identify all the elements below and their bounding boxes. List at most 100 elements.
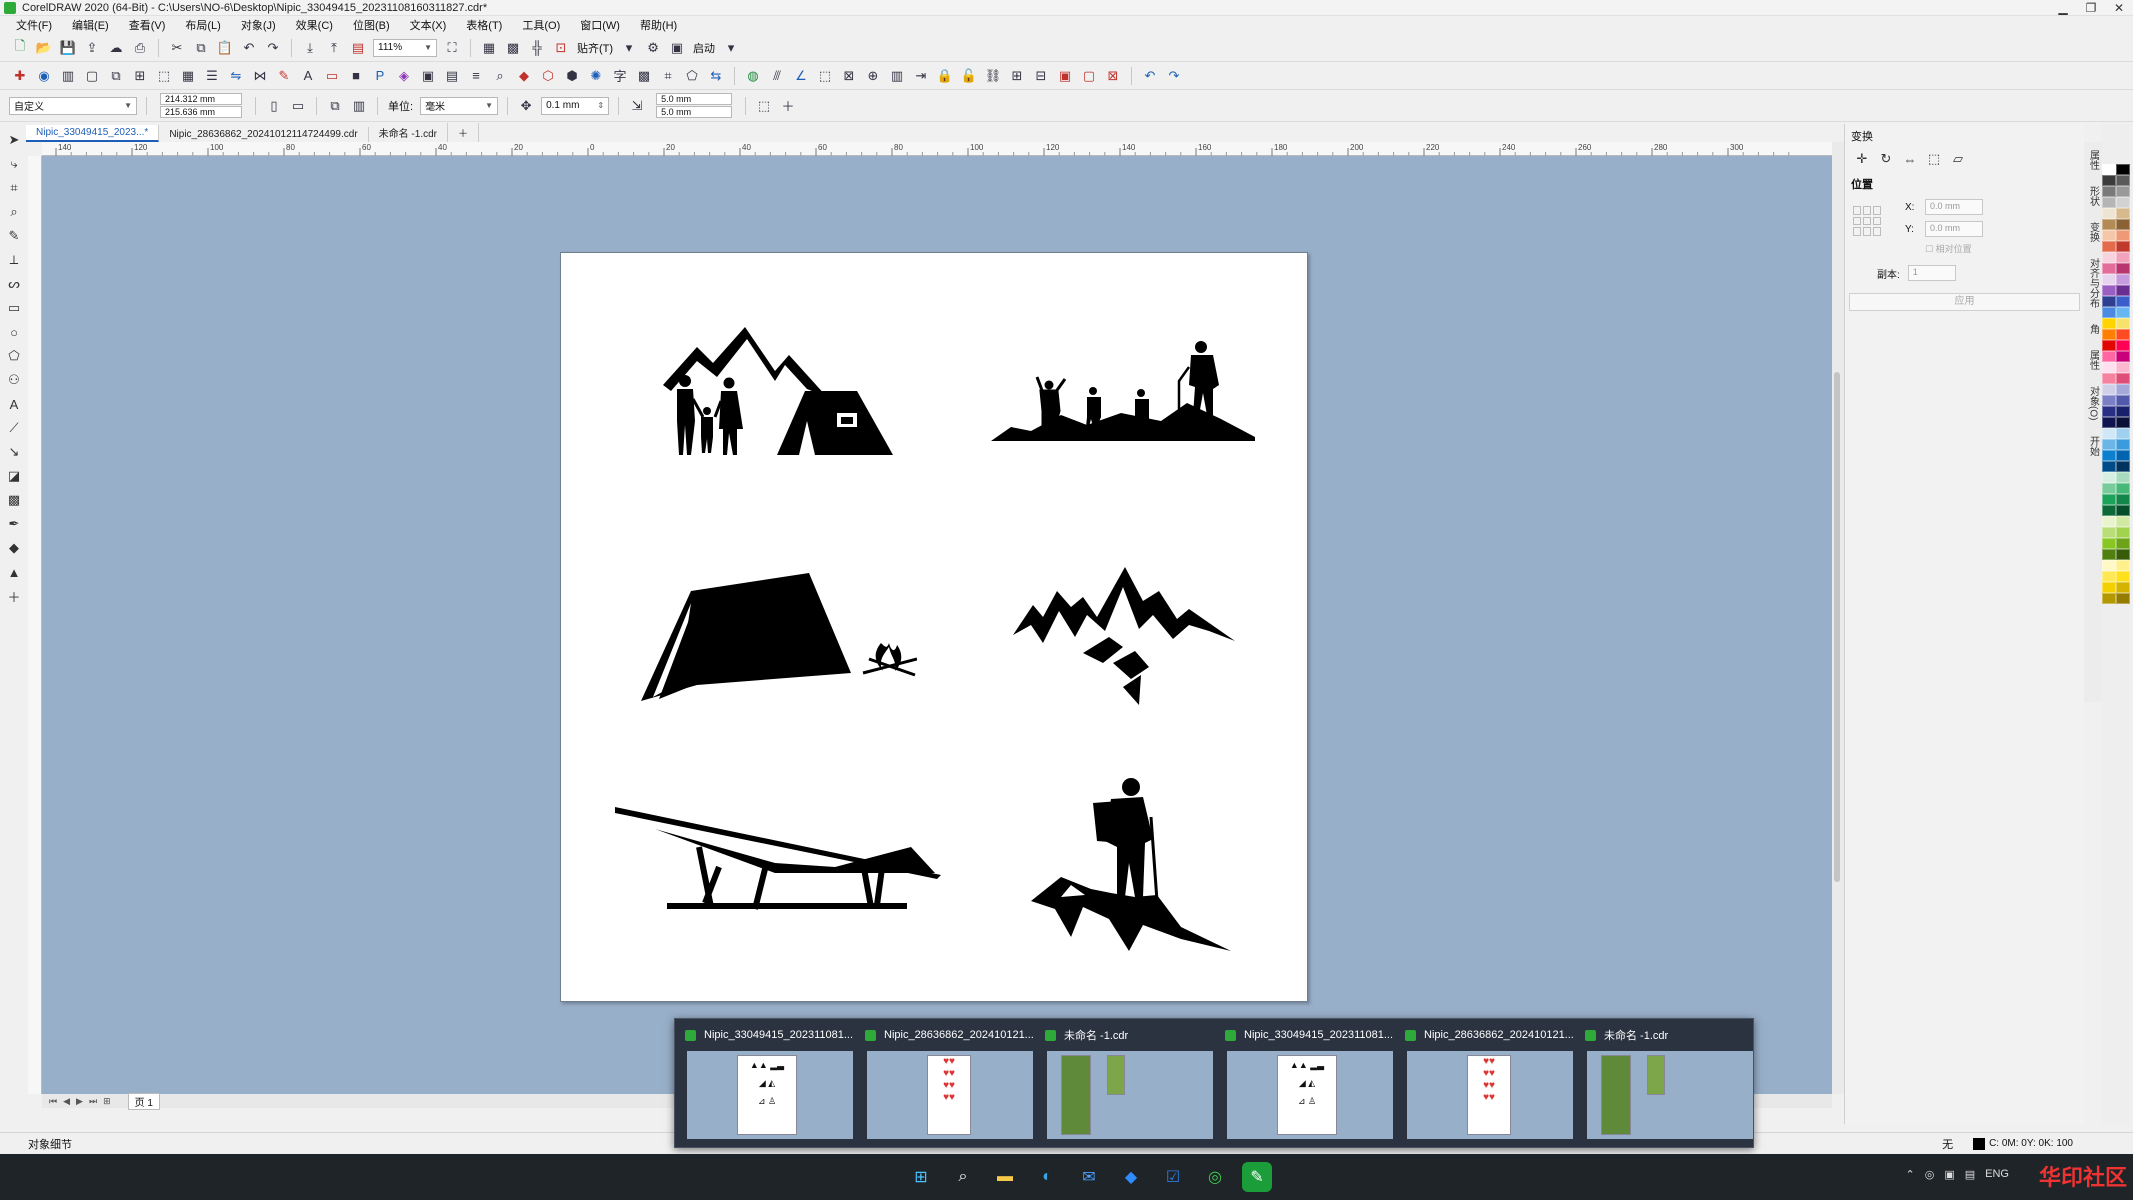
edge-icon[interactable]: ◐: [1032, 1162, 1062, 1192]
palette-swatch[interactable]: [2116, 560, 2130, 571]
pick-tool-icon[interactable]: ➤: [4, 130, 24, 150]
cut-icon[interactable]: ✂: [167, 38, 187, 58]
menu-object[interactable]: 对象(J): [231, 17, 286, 33]
plugin-fill-icon[interactable]: ■: [346, 66, 366, 86]
palette-swatch[interactable]: [2102, 417, 2116, 428]
page-tab[interactable]: 页 1: [127, 1092, 160, 1110]
plugin-weld-icon[interactable]: ⬡: [538, 66, 558, 86]
search-icon[interactable]: ⌕: [948, 1162, 978, 1192]
launch-label[interactable]: 启动: [693, 40, 715, 56]
redo-arrow-icon[interactable]: ↷: [1164, 66, 1184, 86]
prev-page-icon[interactable]: ◀: [63, 1096, 70, 1107]
palette-swatch[interactable]: [2102, 560, 2116, 571]
portrait-icon[interactable]: ▯: [264, 96, 284, 116]
menu-help[interactable]: 帮助(H): [630, 17, 687, 33]
plugin-char-icon[interactable]: 字: [610, 66, 630, 86]
palette-swatch[interactable]: [2116, 307, 2130, 318]
full-screen-icon[interactable]: ⛶: [442, 38, 462, 58]
undo-arrow-icon[interactable]: ↶: [1140, 66, 1160, 86]
crop-tool-icon[interactable]: ⌗: [4, 178, 24, 198]
family-camping-illustration[interactable]: [657, 325, 895, 455]
chevron-down-icon[interactable]: ▾: [721, 38, 741, 58]
palette-swatch[interactable]: [2102, 505, 2116, 516]
page-height-field[interactable]: 215.636 mm: [160, 106, 242, 118]
plugin-barcode-icon[interactable]: ▤: [442, 66, 462, 86]
plugin-layers-icon[interactable]: ☰: [202, 66, 222, 86]
apply-button[interactable]: 应用: [1849, 293, 2080, 311]
plugin-group2-icon[interactable]: ▣: [1055, 66, 1075, 86]
drawing-page[interactable]: [560, 252, 1308, 1002]
menu-view[interactable]: 查看(V): [119, 17, 176, 33]
palette-swatch[interactable]: [2102, 296, 2116, 307]
plugin-group-icon[interactable]: ⊠: [839, 66, 859, 86]
y-field[interactable]: 0.0 mm: [1925, 221, 1983, 237]
chevron-up-icon[interactable]: ⌃: [1906, 1168, 1915, 1181]
options-gear-icon[interactable]: ⚙: [643, 38, 663, 58]
polygon-tool-icon[interactable]: ⬠: [4, 346, 24, 366]
palette-swatch[interactable]: [2116, 197, 2130, 208]
palette-swatch[interactable]: [2116, 406, 2130, 417]
palette-swatch[interactable]: [2116, 582, 2130, 593]
close-button[interactable]: ✕: [2105, 1, 2133, 15]
summit-hiker-illustration[interactable]: [1031, 777, 1233, 953]
lock-icon[interactable]: 🔒: [935, 66, 955, 86]
palette-swatch[interactable]: [2102, 175, 2116, 186]
drop-shadow-icon[interactable]: ◪: [4, 466, 24, 486]
add-tool-icon[interactable]: ＋: [4, 586, 24, 606]
zoom-select[interactable]: 111% ▼: [373, 38, 437, 57]
palette-swatch[interactable]: [2116, 516, 2130, 527]
plugin-ungroup-icon[interactable]: ▢: [1079, 66, 1099, 86]
plugin-lock-icon[interactable]: ▥: [58, 66, 78, 86]
interactive-fill-icon[interactable]: ◆: [4, 538, 24, 558]
plugin-globe-icon[interactable]: ◉: [34, 66, 54, 86]
plugin-frame-icon[interactable]: ▢: [82, 66, 102, 86]
menu-tools[interactable]: 工具(O): [512, 17, 570, 33]
vertical-scrollbar[interactable]: [1832, 142, 1844, 1094]
mail-icon[interactable]: ✉: [1074, 1162, 1104, 1192]
menu-effects[interactable]: 效果(C): [286, 17, 343, 33]
position-icon[interactable]: ✛: [1853, 150, 1871, 168]
palette-swatch[interactable]: [2116, 472, 2130, 483]
menu-table[interactable]: 表格(T): [456, 17, 512, 33]
scale-mirror-icon[interactable]: ⇔: [1901, 150, 1919, 168]
palette-swatch[interactable]: [2102, 164, 2116, 175]
palette-swatch[interactable]: [2116, 241, 2130, 252]
cloud-icon[interactable]: ☁: [106, 38, 126, 58]
palette-swatch[interactable]: [2116, 439, 2130, 450]
palette-swatch[interactable]: [2102, 516, 2116, 527]
plugin-break-icon[interactable]: ⊟: [1031, 66, 1051, 86]
print-icon[interactable]: ⎙: [130, 38, 150, 58]
shape-tool-icon[interactable]: ⤷: [4, 154, 24, 174]
text-tool-icon[interactable]: A: [4, 394, 24, 414]
ellipse-tool-icon[interactable]: ○: [4, 322, 24, 342]
palette-swatch[interactable]: [2116, 351, 2130, 362]
palette-swatch[interactable]: [2102, 263, 2116, 274]
plugin-search-icon[interactable]: ⌕: [490, 66, 510, 86]
snap-to-label[interactable]: 贴齐(T): [577, 40, 613, 56]
menu-window[interactable]: 窗口(W): [570, 17, 630, 33]
palette-swatch[interactable]: [2102, 197, 2116, 208]
plugin-qr-icon[interactable]: ▩: [634, 66, 654, 86]
side-tab[interactable]: 角: [2086, 324, 2101, 334]
plugin-align-icon[interactable]: ≡: [466, 66, 486, 86]
palette-swatch[interactable]: [2102, 582, 2116, 593]
tray-app-icon[interactable]: ▣: [1944, 1168, 1954, 1181]
drawing-canvas[interactable]: [42, 156, 1832, 1094]
palette-swatch[interactable]: [2102, 384, 2116, 395]
palette-swatch[interactable]: [2116, 263, 2130, 274]
save-icon[interactable]: 💾: [58, 38, 78, 58]
parallel-dimension-icon[interactable]: ⟋: [4, 418, 24, 438]
tray-wechat-icon[interactable]: ◎: [1925, 1168, 1935, 1181]
wechat-icon[interactable]: ◎: [1200, 1162, 1230, 1192]
plugin-arrow-icon[interactable]: ⇆: [706, 66, 726, 86]
dimension-tool-icon[interactable]: ⟂: [4, 250, 24, 270]
side-tab[interactable]: 开始: [2086, 436, 2101, 456]
tray-input-icon[interactable]: ▤: [1965, 1168, 1975, 1181]
anchor-grid[interactable]: [1853, 206, 1883, 236]
plugin-angle-icon[interactable]: ∠: [791, 66, 811, 86]
plugin-crop-icon[interactable]: ⌗: [658, 66, 678, 86]
zoom-tool-icon[interactable]: ⌕: [4, 202, 24, 222]
plugin-export-icon[interactable]: ⇥: [911, 66, 931, 86]
palette-swatch[interactable]: [2116, 318, 2130, 329]
chevron-down-icon[interactable]: ▾: [619, 38, 639, 58]
